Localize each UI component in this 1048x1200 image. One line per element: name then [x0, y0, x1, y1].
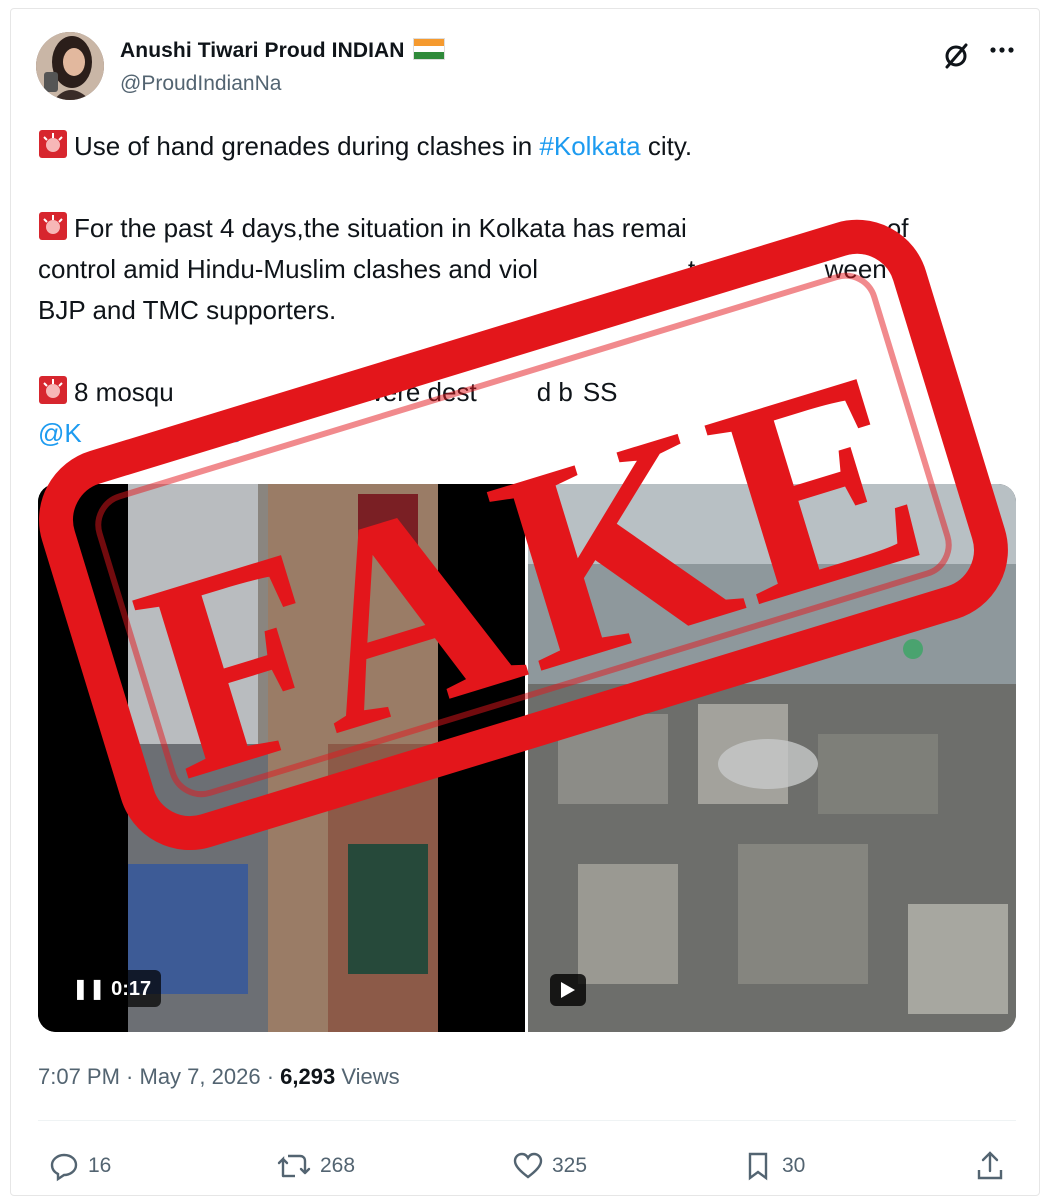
- play-button[interactable]: [550, 974, 586, 1006]
- bookmark-icon: [748, 1152, 768, 1181]
- repost-button[interactable]: 268: [276, 1148, 355, 1184]
- tweet-line: @K tice: [38, 413, 1013, 454]
- bookmark-button[interactable]: 30: [742, 1148, 805, 1184]
- author-handle[interactable]: @ProudIndianNa: [120, 72, 281, 96]
- like-button[interactable]: 325: [512, 1148, 587, 1184]
- action-bar: 16 268 325 30: [48, 1148, 1010, 1188]
- grok-icon[interactable]: [942, 42, 970, 77]
- reply-button[interactable]: 16: [48, 1148, 111, 1184]
- views-count: 6,293: [280, 1064, 336, 1089]
- hashtag-link[interactable]: #Kolkata: [539, 131, 640, 161]
- video-timestamp[interactable]: ❚❚ 0:17: [62, 970, 162, 1007]
- india-flag-icon: [412, 38, 445, 60]
- tweet-line: Use of hand grenades during clashes in #…: [38, 126, 1013, 167]
- share-icon: [977, 1151, 1003, 1180]
- tweet-text: Use of hand grenades during clashes in #…: [38, 126, 1013, 454]
- siren-icon: [39, 130, 67, 158]
- left-video-frame[interactable]: [128, 484, 526, 1032]
- post-date[interactable]: May 7, 2026: [140, 1064, 261, 1089]
- tweet-line: BJP and TMC supporters.: [38, 295, 337, 325]
- play-icon: [561, 982, 575, 998]
- share-button[interactable]: [974, 1148, 1014, 1184]
- tweet-meta: 7:07 PM · May 7, 2026 · 6,293 Views: [38, 1064, 400, 1089]
- tweet-line: control amid Hindu-Muslim clashes and vi…: [38, 254, 887, 284]
- tweet-line: For the past 4 days,the situation in Kol…: [38, 208, 1013, 249]
- author-name[interactable]: Anushi Tiwari Proud INDIAN: [120, 38, 445, 63]
- repost-icon: [277, 1154, 311, 1178]
- mention-link[interactable]: tice: [202, 418, 242, 448]
- right-video-frame[interactable]: [528, 484, 1016, 1032]
- siren-icon: [39, 212, 67, 240]
- tweet-media[interactable]: ❚❚ 0:17: [38, 484, 1016, 1032]
- reply-icon: [50, 1153, 78, 1182]
- views-label: Views: [341, 1064, 400, 1089]
- pause-icon: ❚❚: [72, 978, 106, 1000]
- tweet-line: 8 mosqu y were dest d b SS: [38, 372, 1013, 413]
- avatar[interactable]: [36, 32, 104, 100]
- divider: [38, 1120, 1016, 1121]
- siren-icon: [39, 376, 67, 404]
- post-time[interactable]: 7:07 PM: [38, 1064, 120, 1089]
- like-icon: [513, 1152, 543, 1179]
- more-icon[interactable]: [988, 36, 1016, 71]
- mention-link[interactable]: @K: [38, 418, 82, 448]
